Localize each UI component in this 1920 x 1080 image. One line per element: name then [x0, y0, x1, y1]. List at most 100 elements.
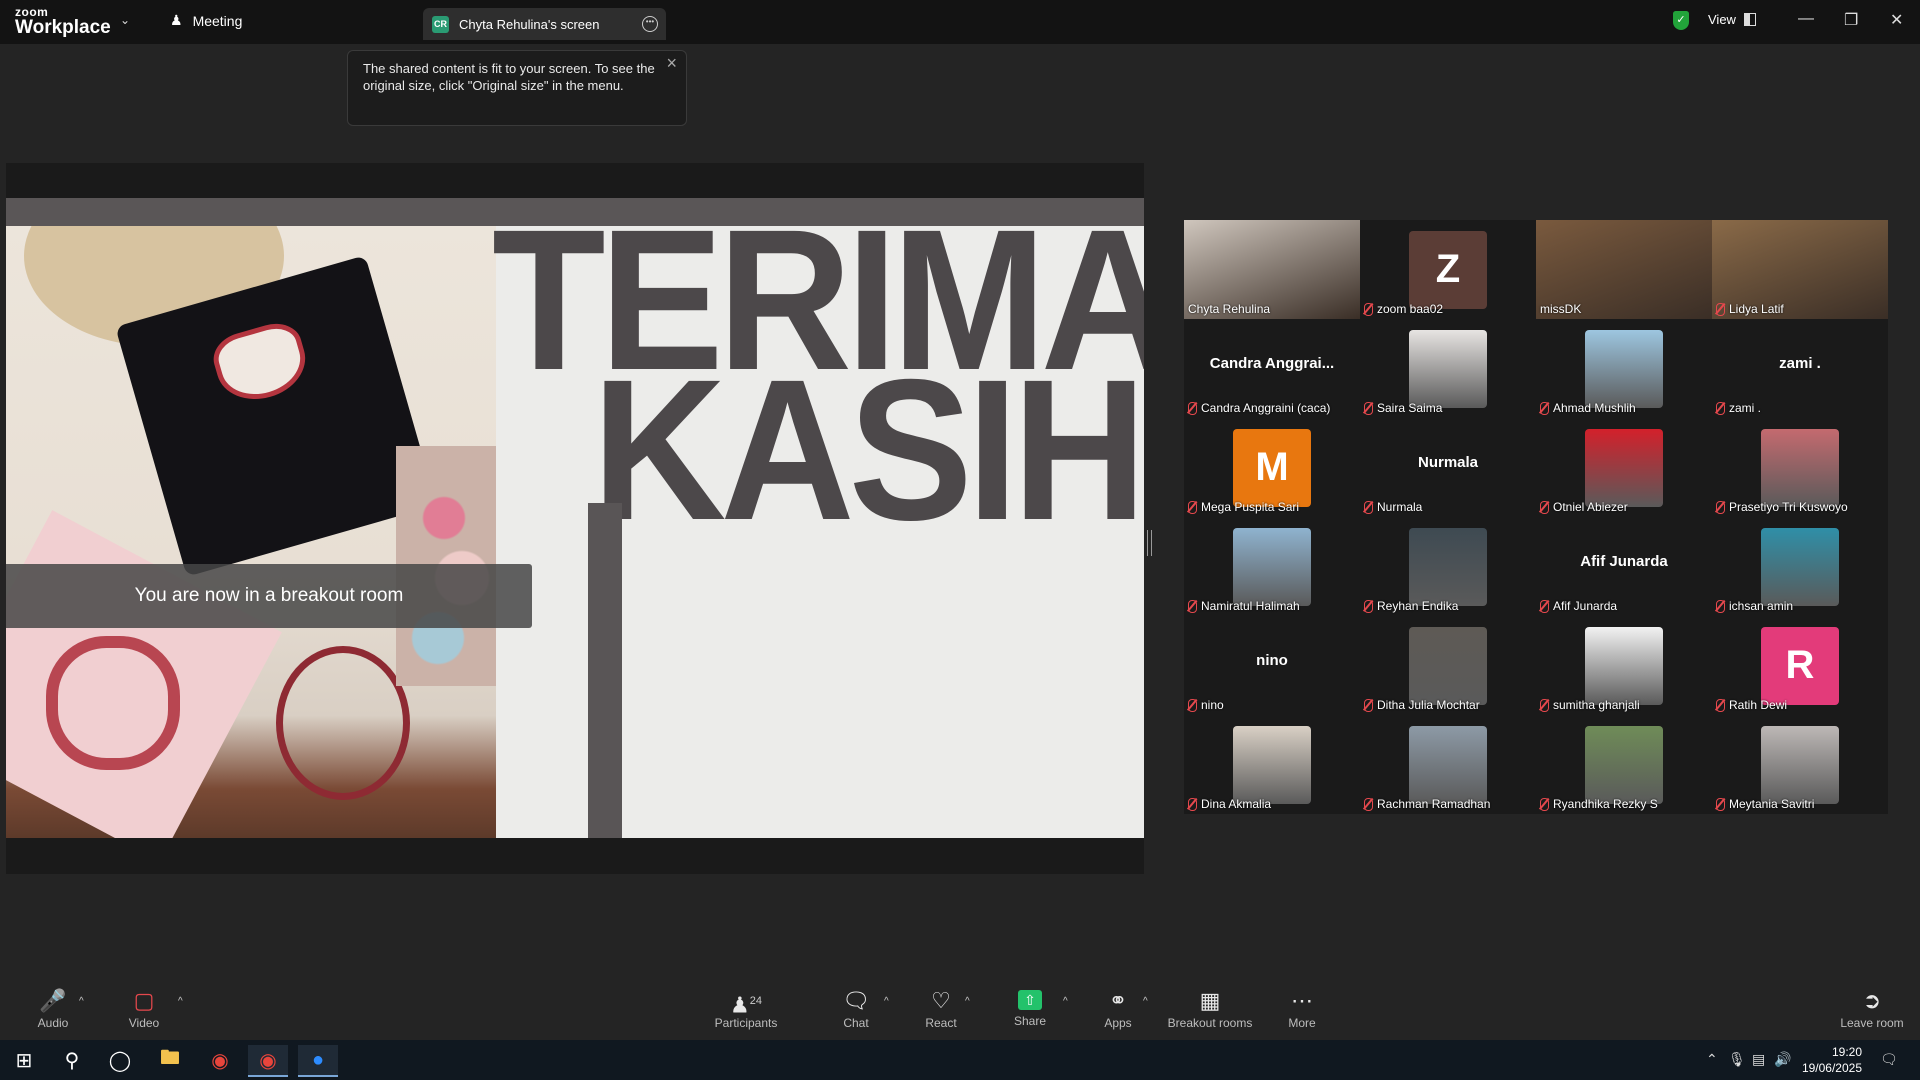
participant-name-label: missDK [1540, 302, 1581, 316]
participant-tile[interactable]: nino nino [1184, 616, 1360, 715]
mic-muted-icon [1716, 797, 1725, 811]
participant-display-name: Afif Junarda [1580, 553, 1668, 570]
presenter-badge: CR [432, 15, 449, 33]
shared-screen[interactable]: TERIMA KASIH You are now in a breakout r… [6, 163, 1144, 874]
participant-tile[interactable]: Otniel Abiezer [1536, 418, 1712, 517]
participant-tile[interactable]: Afif Junarda Afif Junarda [1536, 517, 1712, 616]
participant-tile[interactable]: Candra Anggrai... Candra Anggraini (caca) [1184, 319, 1360, 418]
participant-tile[interactable]: missDK [1536, 220, 1712, 319]
participant-photo-avatar [1409, 329, 1487, 408]
audio-label: Audio [37, 1016, 69, 1030]
people-icon: ♟ [170, 12, 183, 28]
audio-options-caret[interactable]: ^ [79, 996, 84, 1007]
share-options-caret[interactable]: ^ [1063, 996, 1068, 1007]
file-explorer-icon[interactable]: 🖿 [150, 1045, 190, 1075]
participant-tile[interactable]: zami . zami . [1712, 319, 1888, 418]
breakout-rooms-button[interactable]: ▦ Breakout rooms [1165, 990, 1255, 1031]
participant-photo-avatar [1233, 725, 1311, 804]
participant-name-label: ichsan amin [1716, 599, 1793, 613]
participant-name-label: Reyhan Endika [1364, 599, 1458, 613]
volume-icon[interactable]: 🔊 [1774, 1051, 1791, 1068]
zoom-app-icon[interactable]: ● [298, 1045, 338, 1077]
system-clock[interactable]: 19:20 19/06/2025 [1798, 1044, 1862, 1076]
video-label: Video [128, 1016, 160, 1030]
participant-tile[interactable]: Reyhan Endika [1360, 517, 1536, 616]
more-button[interactable]: ⋯ More [1286, 990, 1318, 1031]
chat-label: Chat [843, 1016, 869, 1030]
mic-muted-icon [1188, 698, 1197, 712]
meeting-menu[interactable]: ♟ Meeting [170, 12, 242, 29]
participant-tile[interactable]: Meytania Savitri [1712, 715, 1888, 814]
mic-muted-icon [1716, 500, 1725, 514]
apps-button[interactable]: ⚭ Apps [1102, 990, 1134, 1031]
participant-tile[interactable]: Ditha Julia Mochtar [1360, 616, 1536, 715]
participant-name: Candra Anggraini (caca) [1201, 401, 1331, 415]
participant-tile[interactable]: Dina Akmalia [1184, 715, 1360, 814]
participant-tile[interactable]: Ahmad Mushlih [1536, 319, 1712, 418]
participant-name-label: Otniel Abiezer [1540, 500, 1628, 514]
restore-icon[interactable]: ❐ [1844, 10, 1858, 30]
participant-photo-avatar [1585, 329, 1663, 408]
chevron-down-icon[interactable]: ⌄ [120, 13, 130, 27]
audio-button[interactable]: 🎤 Audio [33, 988, 73, 1031]
participant-tile[interactable]: Ryandhika Rezky S [1536, 715, 1712, 814]
participants-count: 24 [749, 995, 762, 1007]
participant-tile[interactable]: Saira Saima [1360, 319, 1536, 418]
participant-tile[interactable]: Rachman Ramadhan [1360, 715, 1536, 814]
mic-muted-icon [1540, 500, 1549, 514]
participant-photo-avatar [1409, 527, 1487, 606]
tray-mic-icon[interactable]: 🎙 [1728, 1051, 1746, 1068]
participant-tile[interactable]: sumitha ghanjali [1536, 616, 1712, 715]
participant-name-label: Candra Anggraini (caca) [1188, 401, 1330, 415]
task-view-icon[interactable]: ◯ [100, 1045, 140, 1075]
windows-start-icon[interactable]: ⊞ [4, 1045, 44, 1075]
search-icon[interactable]: ⚲ [52, 1045, 92, 1075]
leave-room-button[interactable]: ➲ Leave room [1838, 990, 1906, 1031]
participant-tile[interactable]: Zzoom baa02 [1360, 220, 1536, 319]
participant-tile[interactable]: R Ratih Dewi [1712, 616, 1888, 715]
participant-name-label: Mega Puspita Sari [1188, 500, 1299, 514]
participant-tile[interactable]: Nurmala Nurmala [1360, 418, 1536, 517]
react-button[interactable]: ♡ React [922, 990, 960, 1031]
minimize-icon[interactable]: — [1798, 10, 1814, 28]
participant-tile[interactable]: ichsan amin [1712, 517, 1888, 616]
share-button[interactable]: ⇧ Share [1013, 990, 1047, 1028]
shield-check-icon[interactable]: ✓ [1673, 11, 1689, 30]
chat-button[interactable]: 🗨 Chat [838, 990, 874, 1031]
close-tooltip-icon[interactable]: × [666, 54, 677, 72]
screen-share-tab[interactable]: CR Chyta Rehulina's screen ••• [423, 8, 666, 40]
chat-options-caret[interactable]: ^ [884, 996, 889, 1007]
close-icon[interactable]: ✕ [1890, 10, 1903, 30]
mic-muted-icon [1364, 797, 1373, 811]
video-off-icon: ▢ [133, 988, 155, 1013]
react-options-caret[interactable]: ^ [965, 996, 970, 1007]
participant-name: Namiratul Halimah [1201, 599, 1300, 613]
network-icon[interactable]: ▤ [1752, 1051, 1765, 1068]
video-options-caret[interactable]: ^ [178, 996, 183, 1007]
participant-tile[interactable]: Prasetiyo Tri Kuswoyo [1712, 418, 1888, 517]
app-logo[interactable]: zoom Workplace [15, 6, 111, 37]
more-options-icon[interactable]: ••• [642, 16, 658, 32]
participants-button[interactable]: ♟24 Participants [713, 990, 779, 1030]
view-button[interactable]: View [1708, 12, 1756, 27]
participant-name-label: Ratih Dewi [1716, 698, 1787, 712]
participant-tile[interactable]: Lidya Latif [1712, 220, 1888, 319]
panel-splitter[interactable] [1147, 530, 1152, 556]
tray-chevron-up-icon[interactable]: ⌃ [1706, 1051, 1718, 1068]
slide-photo [6, 226, 496, 838]
grid-icon [1743, 13, 1756, 26]
notifications-icon[interactable]: 🗨 [1880, 1051, 1898, 1068]
chrome-icon[interactable]: ◉ [200, 1045, 240, 1075]
apps-options-caret[interactable]: ^ [1143, 996, 1148, 1007]
participant-name: Meytania Savitri [1729, 797, 1815, 811]
participant-name-label: Afif Junarda [1540, 599, 1617, 613]
mic-muted-icon: 🎤 [39, 988, 67, 1013]
chrome-profile-icon[interactable]: ◉ [248, 1045, 288, 1077]
video-button[interactable]: ▢ Video [124, 988, 164, 1031]
participant-name-label: Ryandhika Rezky S [1540, 797, 1658, 811]
participant-photo-avatar [1585, 428, 1663, 507]
participant-tile[interactable]: Chyta Rehulina [1184, 220, 1360, 319]
participant-tile[interactable]: Namiratul Halimah [1184, 517, 1360, 616]
participant-tile[interactable]: M Mega Puspita Sari [1184, 418, 1360, 517]
participant-photo-avatar [1585, 626, 1663, 705]
